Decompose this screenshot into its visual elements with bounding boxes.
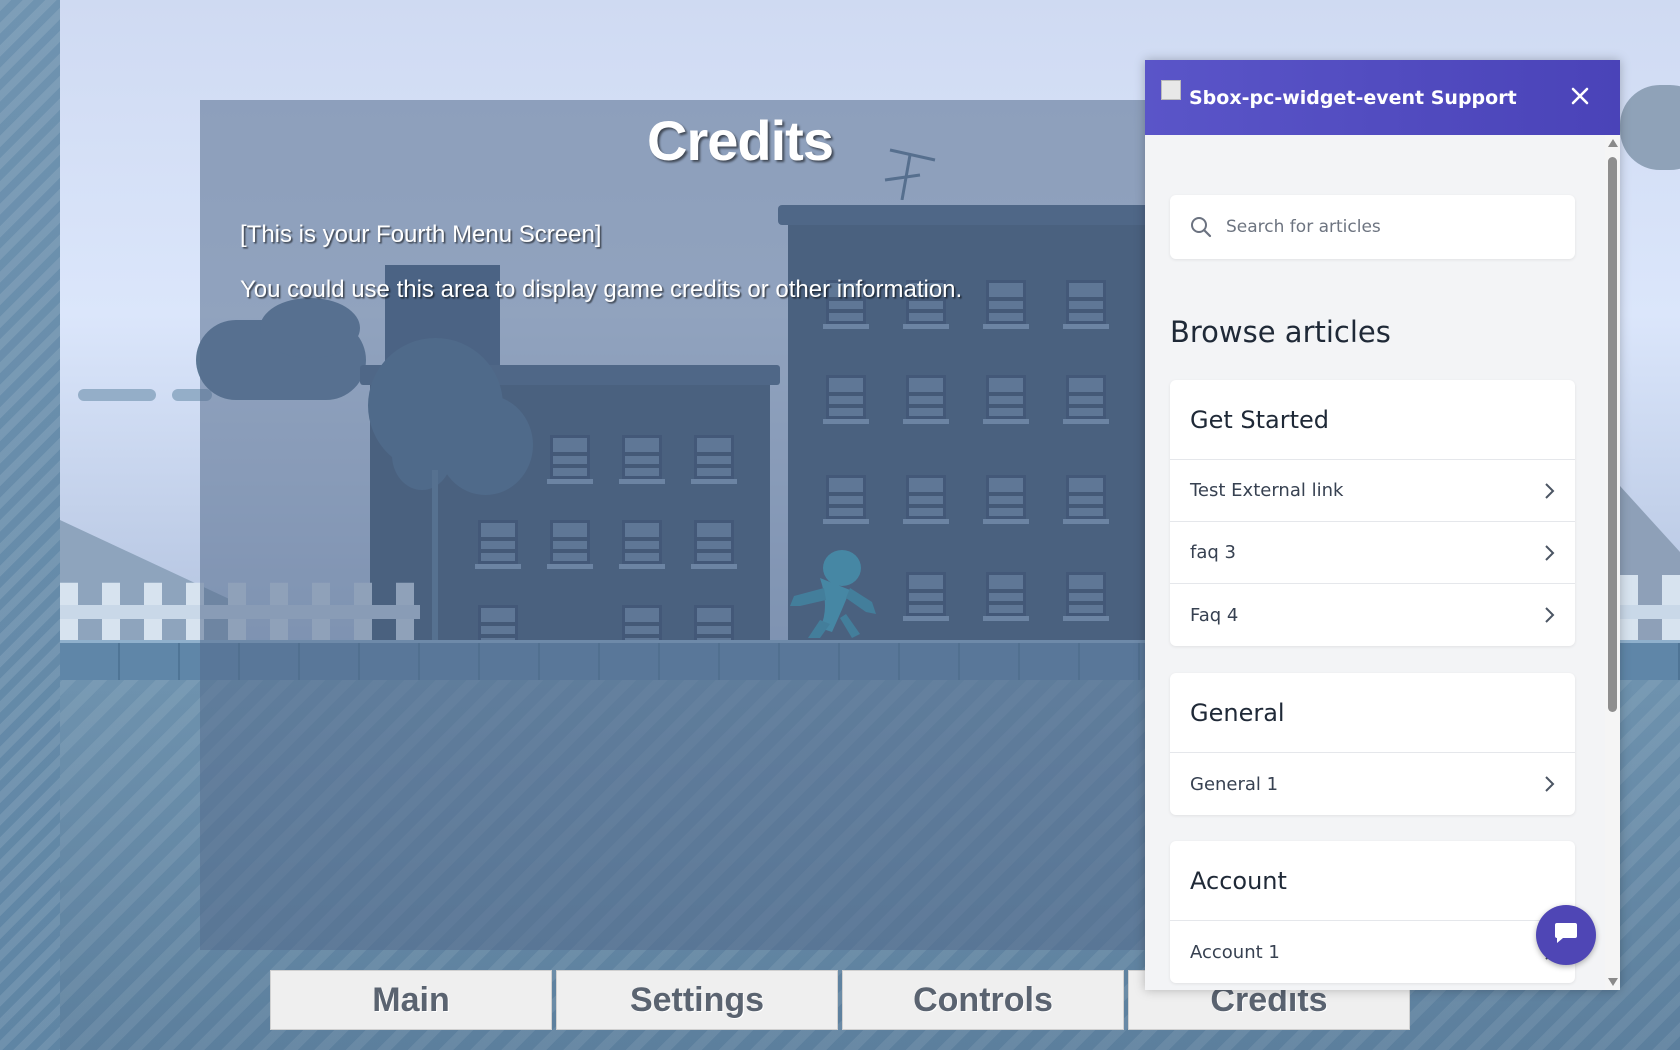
credits-description: You could use this area to display game … [240, 276, 963, 303]
menu-button-main[interactable]: Main [270, 970, 552, 1030]
menu-button-settings[interactable]: Settings [556, 970, 838, 1030]
scroll-down-arrow-icon[interactable] [1608, 978, 1618, 986]
search-box[interactable] [1170, 195, 1575, 259]
article-link[interactable]: Faq 4 [1170, 584, 1575, 646]
article-label: Test External link [1190, 480, 1344, 501]
article-link[interactable]: General 1 [1170, 753, 1575, 815]
widget-scrollbar[interactable] [1605, 135, 1620, 990]
browse-heading: Browse articles [1170, 315, 1391, 349]
chat-bubble-icon [1553, 921, 1579, 950]
chevron-right-icon [1543, 544, 1555, 562]
article-label: faq 3 [1190, 542, 1236, 563]
article-link[interactable]: faq 3 [1170, 522, 1575, 584]
category-title: Get Started [1170, 380, 1575, 460]
widget-title: Sbox-pc-widget-event Support [1189, 86, 1517, 109]
fence [1620, 575, 1680, 640]
chat-launcher-button[interactable] [1536, 905, 1596, 965]
article-label: Faq 4 [1190, 604, 1239, 626]
broken-image-icon [1161, 79, 1181, 100]
search-input[interactable] [1224, 216, 1548, 238]
cloud-dash [78, 389, 156, 401]
article-link[interactable]: Account 1 [1170, 921, 1575, 983]
category-card-get-started: Get Started Test External link faq 3 Faq… [1170, 380, 1575, 646]
search-icon [1190, 216, 1212, 238]
chevron-right-icon [1543, 606, 1555, 624]
category-card-account: Account Account 1 [1170, 841, 1575, 983]
close-icon[interactable] [1562, 78, 1598, 114]
support-widget: Sbox-pc-widget-event Support Browse arti… [1145, 60, 1620, 990]
article-label: General 1 [1190, 773, 1279, 795]
menu-button-controls[interactable]: Controls [842, 970, 1124, 1030]
article-label: Account 1 [1190, 941, 1280, 963]
category-title: General [1170, 673, 1575, 753]
widget-header: Sbox-pc-widget-event Support [1145, 60, 1620, 135]
chevron-right-icon [1543, 482, 1555, 500]
background-bush [1620, 85, 1680, 170]
scroll-thumb[interactable] [1608, 157, 1617, 712]
category-title: Account [1170, 841, 1575, 921]
article-link[interactable]: Test External link [1170, 460, 1575, 522]
credits-subtitle: [This is your Fourth Menu Screen] [240, 221, 602, 248]
scroll-up-arrow-icon[interactable] [1608, 139, 1618, 147]
category-card-general: General General 1 [1170, 673, 1575, 815]
chevron-right-icon [1543, 775, 1555, 793]
